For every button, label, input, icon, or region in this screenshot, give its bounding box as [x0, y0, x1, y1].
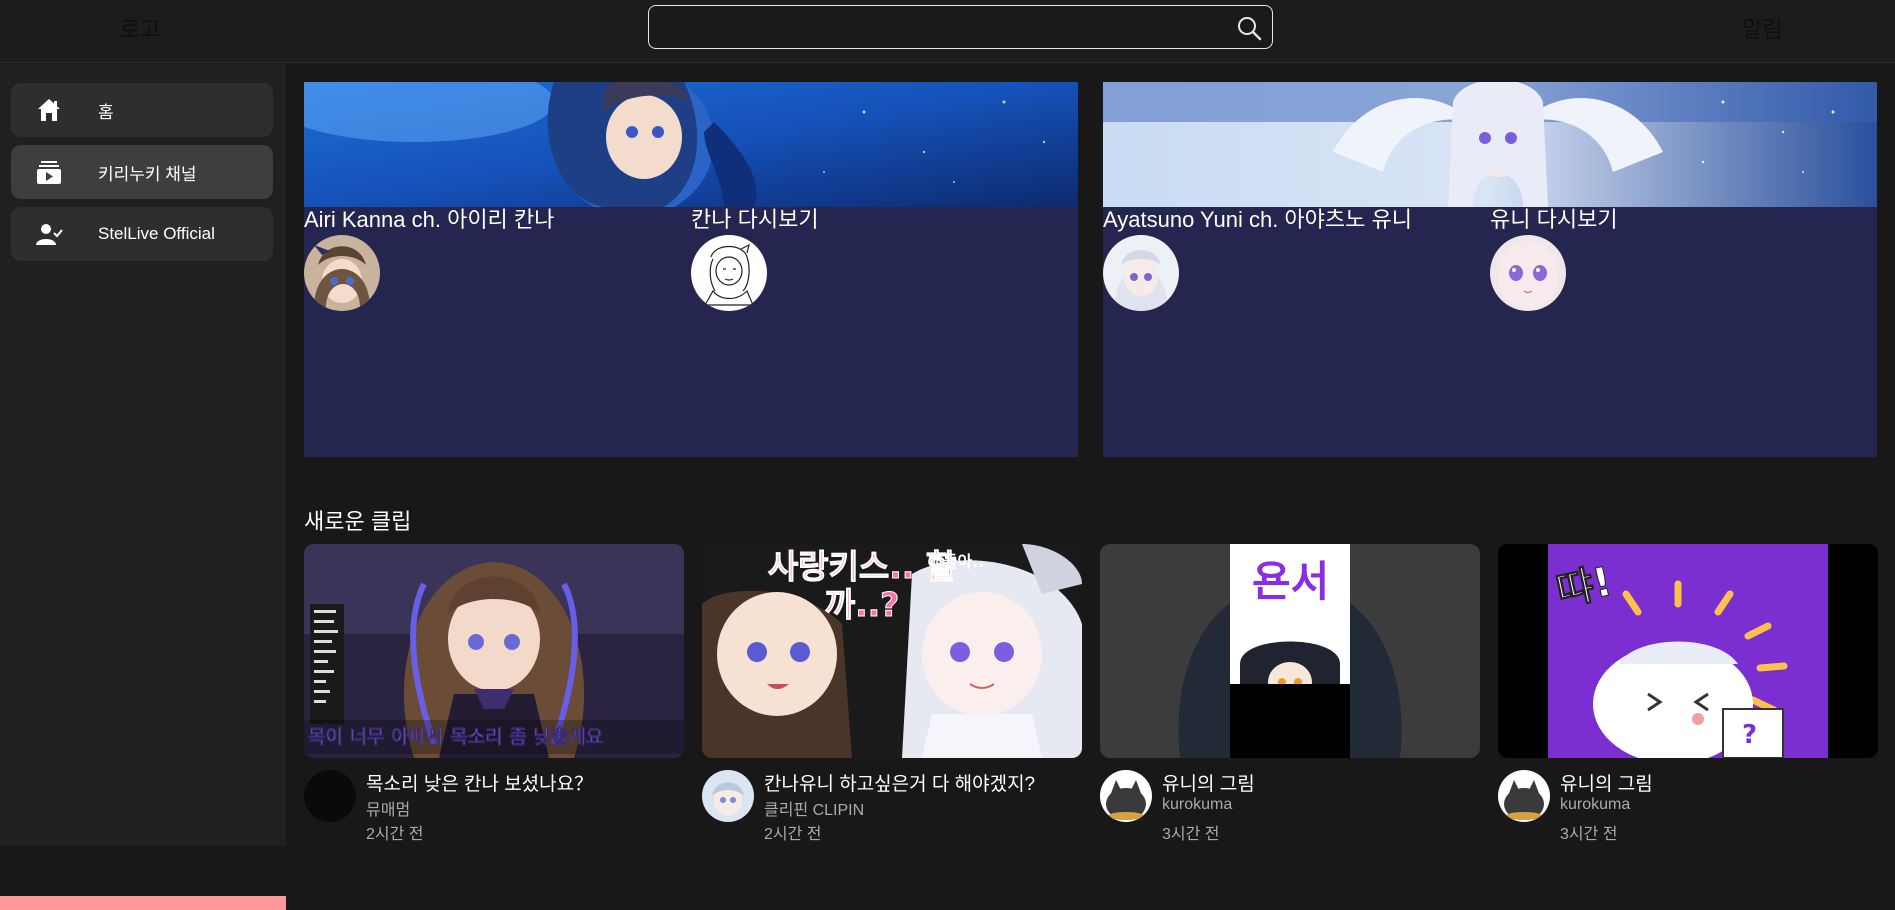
clip-caption-overlay: 땨!	[1552, 558, 1617, 616]
channel-main-column: Airi Kanna ch. 아이리 칸나	[304, 207, 691, 311]
channel-banner	[304, 82, 1078, 207]
avatar[interactable]	[304, 770, 356, 822]
clip-card[interactable]: 욘서 유니의 그림 kurokuma 3시간 전	[1100, 544, 1480, 848]
channel-replay-title[interactable]: 칸나 다시보기	[691, 207, 1078, 233]
channel-main-column: Ayatsuno Yuni ch. 아야츠노 유니	[1103, 207, 1490, 311]
avatar[interactable]	[1490, 235, 1566, 311]
main-content: Airi Kanna ch. 아이리 칸나 칸나 다시보기 Ayatsuno Y…	[286, 64, 1895, 846]
channel-card-kanna[interactable]: Airi Kanna ch. 아이리 칸나 칸나 다시보기	[304, 82, 1078, 457]
avatar[interactable]	[1103, 235, 1179, 311]
search-box[interactable]	[648, 5, 1273, 49]
channel-title[interactable]: Airi Kanna ch. 아이리 칸나	[304, 207, 691, 233]
clip-card[interactable]: 사랑키스.. 할까..? 애들아.. 칸나유니 하고싶은거 다 해야겠지? 클리…	[702, 544, 1082, 848]
clip-title[interactable]: 목소리 낮은 칸나 보셨나요？	[366, 769, 593, 796]
user-check-icon	[36, 224, 63, 245]
channel-title[interactable]: Ayatsuno Yuni ch. 아야츠노 유니	[1103, 207, 1490, 233]
clip-channel[interactable]: 클리핀 CLIPIN	[764, 796, 864, 820]
sidebar-item-stellive-official[interactable]: StelLive Official	[11, 207, 273, 261]
clip-channel[interactable]: kurokuma	[1162, 796, 1232, 814]
channel-card-yuni[interactable]: Ayatsuno Yuni ch. 아야츠노 유니 유니 다시보기	[1103, 82, 1877, 457]
sidebar: 홈 키리누키 채널 StelLive Official	[0, 64, 286, 910]
clip-caption-overlay: 욘서	[1252, 557, 1330, 606]
avatar[interactable]	[304, 235, 380, 311]
channel-replay-column: 칸나 다시보기	[691, 207, 1078, 311]
channel-replay-column: 유니 다시보기	[1490, 207, 1877, 311]
sidebar-item-home[interactable]: 홈	[11, 83, 273, 137]
clip-thumbnail[interactable]: 목이 너무 아파서 목소리 좀 낮출게요	[304, 544, 684, 758]
bottom-accent-bar	[0, 896, 286, 910]
clip-thumbnail[interactable]: 사랑키스.. 할까..? 애들아..	[702, 544, 1082, 758]
clip-meta: 유니의 그림 kurokuma 3시간 전	[1100, 758, 1480, 848]
channel-replay-title[interactable]: 유니 다시보기	[1490, 207, 1877, 233]
clip-meta: 목소리 낮은 칸나 보셨나요？ 뮤매멈 2시간 전	[304, 758, 684, 848]
search-icon[interactable]	[1236, 15, 1262, 41]
clip-caption-overlay: 목이 너무 아파서 목소리 좀 낮출게요	[308, 726, 604, 749]
clip-channel[interactable]: kurokuma	[1560, 796, 1630, 814]
sidebar-item-label: 키리누키 채널	[98, 164, 197, 184]
clip-title[interactable]: 유니의 그림	[1560, 769, 1653, 796]
clip-time: 3시간 전	[1560, 826, 1618, 843]
avatar[interactable]	[702, 770, 754, 822]
clip-thumbnail[interactable]: 땨! ?	[1498, 544, 1878, 758]
clip-time: 2시간 전	[764, 826, 822, 843]
clip-meta: 칸나유니 하고싶은거 다 해야겠지? 클리핀 CLIPIN 2시간 전	[702, 758, 1082, 848]
clip-card[interactable]: 땨! ? 유니의 그림 kurokuma 3시간 전	[1498, 544, 1878, 848]
clip-channel[interactable]: 뮤매멈	[366, 796, 410, 820]
home-icon	[38, 99, 60, 121]
section-title-new-clips: 새로운 클립	[304, 509, 412, 534]
channel-banner	[1103, 82, 1877, 207]
clip-meta: 유니의 그림 kurokuma 3시간 전	[1498, 758, 1878, 848]
top-header: 로고 알림	[0, 0, 1895, 63]
clip-title[interactable]: 칸나유니 하고싶은거 다 해야겠지?	[764, 769, 1035, 796]
logo[interactable]: 로고	[120, 12, 160, 44]
clip-time: 3시간 전	[1162, 826, 1220, 843]
clip-thumbnail[interactable]: 욘서	[1100, 544, 1480, 758]
clip-time: 2시간 전	[366, 826, 424, 843]
notifications-button[interactable]: 알림	[1742, 12, 1782, 44]
avatar[interactable]	[1100, 770, 1152, 822]
clip-caption-overlay-small: ?	[1742, 720, 1758, 750]
clip-caption-overlay-small: 애들아..	[928, 552, 985, 571]
avatar[interactable]	[1498, 770, 1550, 822]
clip-title[interactable]: 유니의 그림	[1162, 769, 1255, 796]
clip-card[interactable]: 목이 너무 아파서 목소리 좀 낮출게요 목소리 낮은 칸나 보셨나요？ 뮤매멈…	[304, 544, 684, 848]
sidebar-item-label: StelLive Official	[98, 224, 215, 243]
avatar[interactable]	[691, 235, 767, 311]
video-library-icon	[37, 161, 61, 184]
sidebar-item-label: 홈	[98, 102, 114, 122]
sidebar-item-kirinuki-channel[interactable]: 키리누키 채널	[11, 145, 273, 199]
